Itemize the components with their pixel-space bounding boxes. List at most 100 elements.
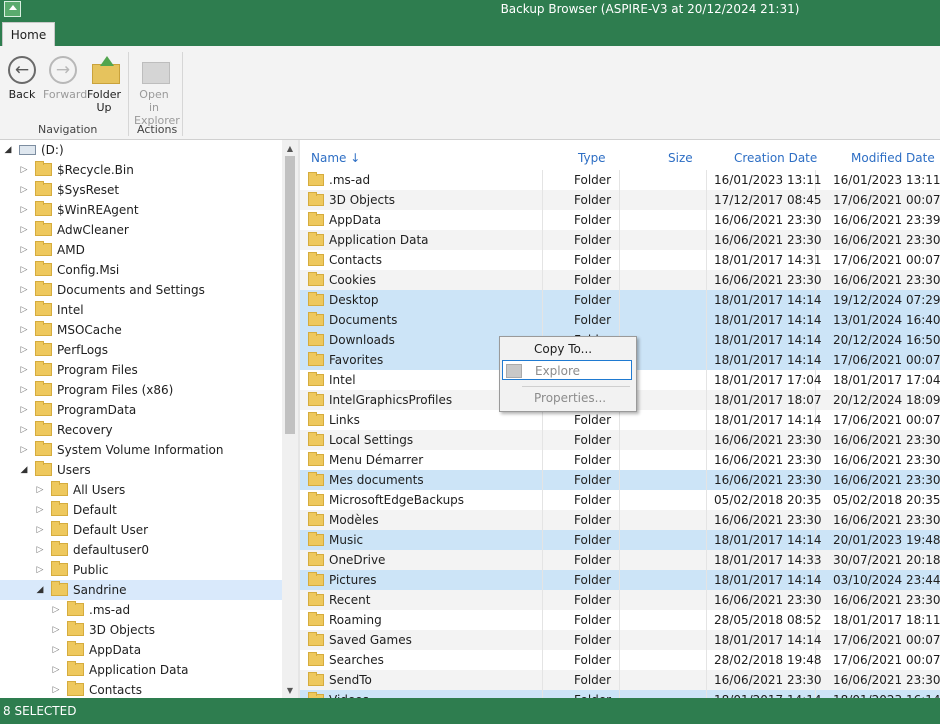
tree-item[interactable]: ▷ Program Files (x86) [0, 380, 282, 400]
collapsed-arrow-icon[interactable]: ▷ [51, 640, 61, 660]
menu-item-explore[interactable]: Explore [502, 360, 632, 380]
collapsed-arrow-icon[interactable]: ▷ [51, 660, 61, 680]
tree-item[interactable]: ▷ MSOCache [0, 320, 282, 340]
file-row[interactable]: Videos Folder 18/01/2017 14:14 18/01/2023 1… [300, 690, 940, 698]
forward-button[interactable]: → Forward [43, 54, 87, 101]
back-button[interactable]: ← Back [2, 54, 42, 101]
file-row[interactable]: Desktop Folder 18/01/2017 14:14 19/12/2024 … [300, 290, 940, 310]
column-header-creation-date[interactable]: Creation Date [734, 151, 817, 165]
file-row[interactable]: OneDrive Folder 18/01/2017 14:33 30/07/2021… [300, 550, 940, 570]
collapsed-arrow-icon[interactable]: ▷ [19, 160, 29, 180]
tree-item[interactable]: ▷ System Volume Information [0, 440, 282, 460]
collapsed-arrow-icon[interactable]: ▷ [35, 540, 45, 560]
file-row[interactable]: Searches Folder 28/02/2018 19:48 17/06/2021… [300, 650, 940, 670]
file-row[interactable]: SendTo Folder 16/06/2021 23:30 16/06/2021 2… [300, 670, 940, 690]
file-row[interactable]: Documents Folder 18/01/2017 14:14 13/01/202… [300, 310, 940, 330]
file-row[interactable]: .ms-ad Folder 16/01/2023 13:11 16/01/2023 1… [300, 170, 940, 190]
file-row[interactable]: MicrosoftEdgeBackups Folder 05/02/2018 20:… [300, 490, 940, 510]
expanded-arrow-icon[interactable]: ◢ [35, 580, 45, 600]
open-in-explorer-button[interactable]: Open in Explorer [134, 54, 180, 127]
collapsed-arrow-icon[interactable]: ▷ [19, 320, 29, 340]
collapsed-arrow-icon[interactable]: ▷ [51, 600, 61, 620]
tree-item[interactable]: ▷ PerfLogs [0, 340, 282, 360]
tree-item[interactable]: ▷ Contacts [0, 680, 282, 698]
collapsed-arrow-icon[interactable]: ▷ [51, 620, 61, 640]
tree-item[interactable]: ◢ (D:) [0, 140, 282, 160]
file-row[interactable]: Cookies Folder 16/06/2021 23:30 16/06/2021 … [300, 270, 940, 290]
file-row[interactable]: AppData Folder 16/06/2021 23:30 16/06/2021 … [300, 210, 940, 230]
column-header-type[interactable]: Type [578, 151, 606, 165]
collapsed-arrow-icon[interactable]: ▷ [19, 420, 29, 440]
collapsed-arrow-icon[interactable]: ▷ [19, 400, 29, 420]
tree-item[interactable]: ▷ .ms-ad [0, 600, 282, 620]
file-created: 18/01/2017 14:14 [714, 573, 822, 587]
file-row[interactable]: Modèles Folder 16/06/2021 23:30 16/06/2021 … [300, 510, 940, 530]
collapsed-arrow-icon[interactable]: ▷ [19, 280, 29, 300]
tree-item[interactable]: ▷ AdwCleaner [0, 220, 282, 240]
file-row[interactable]: Contacts Folder 18/01/2017 14:31 17/06/2021… [300, 250, 940, 270]
tree-item[interactable]: ◢ Users [0, 460, 282, 480]
tree-item[interactable]: ▷ $SysReset [0, 180, 282, 200]
scroll-down-icon[interactable]: ▼ [282, 684, 298, 698]
tree-item[interactable]: ▷ Config.Msi [0, 260, 282, 280]
file-row[interactable]: Application Data Folder 16/06/2021 23:30 16… [300, 230, 940, 250]
tree-item[interactable]: ▷ All Users [0, 480, 282, 500]
file-row[interactable]: Roaming Folder 28/05/2018 08:52 18/01/2017 … [300, 610, 940, 630]
file-row[interactable]: Music Folder 18/01/2017 14:14 20/01/2023 19… [300, 530, 940, 550]
folder-up-label-1: Folder [87, 88, 121, 101]
menu-item-properties[interactable]: Properties... [502, 388, 632, 408]
tree-item[interactable]: ▷ Public [0, 560, 282, 580]
tree-item[interactable]: ▷ AMD [0, 240, 282, 260]
tree-item[interactable]: ▷ Documents and Settings [0, 280, 282, 300]
tree-scroll-thumb[interactable] [285, 156, 295, 434]
tree-item[interactable]: ▷ ProgramData [0, 400, 282, 420]
file-row[interactable]: Links Folder 18/01/2017 14:14 17/06/2021 00… [300, 410, 940, 430]
collapsed-arrow-icon[interactable]: ▷ [19, 360, 29, 380]
tree-item[interactable]: ▷ Default User [0, 520, 282, 540]
collapsed-arrow-icon[interactable]: ▷ [19, 440, 29, 460]
file-row[interactable]: Mes documents Folder 16/06/2021 23:30 16/06… [300, 470, 940, 490]
scroll-up-icon[interactable]: ▲ [282, 142, 298, 156]
tree-item[interactable]: ▷ defaultuser0 [0, 540, 282, 560]
file-row[interactable]: Menu Démarrer Folder 16/06/2021 23:30 16/06… [300, 450, 940, 470]
collapsed-arrow-icon[interactable]: ▷ [35, 520, 45, 540]
collapsed-arrow-icon[interactable]: ▷ [19, 340, 29, 360]
collapsed-arrow-icon[interactable]: ▷ [35, 480, 45, 500]
file-row[interactable]: Pictures Folder 18/01/2017 14:14 03/10/2024… [300, 570, 940, 590]
tree-item[interactable]: ▷ Intel [0, 300, 282, 320]
tree-scrollbar[interactable]: ▲ ▼ [282, 140, 298, 698]
tree-item[interactable]: ▷ Application Data [0, 660, 282, 680]
tree-item[interactable]: ◢ Sandrine [0, 580, 282, 600]
tree-item[interactable]: ▷ $WinREAgent [0, 200, 282, 220]
collapsed-arrow-icon[interactable]: ▷ [19, 380, 29, 400]
file-row[interactable]: 3D Objects Folder 17/12/2017 08:45 17/06/20… [300, 190, 940, 210]
file-name: Documents [329, 313, 398, 327]
menu-item-copy-to[interactable]: Copy To... [502, 339, 632, 359]
column-header-name[interactable]: Name ↓ [311, 151, 360, 165]
collapsed-arrow-icon[interactable]: ▷ [35, 560, 45, 580]
folder-icon [308, 352, 324, 366]
tree-item[interactable]: ▷ Default [0, 500, 282, 520]
expanded-arrow-icon[interactable]: ◢ [19, 460, 29, 480]
collapsed-arrow-icon[interactable]: ▷ [19, 260, 29, 280]
collapsed-arrow-icon[interactable]: ▷ [19, 220, 29, 240]
tree-item[interactable]: ▷ $Recycle.Bin [0, 160, 282, 180]
collapsed-arrow-icon[interactable]: ▷ [19, 300, 29, 320]
tab-home[interactable]: Home [2, 22, 55, 46]
collapsed-arrow-icon[interactable]: ▷ [19, 240, 29, 260]
tree-item[interactable]: ▷ 3D Objects [0, 620, 282, 640]
file-row[interactable]: Local Settings Folder 16/06/2021 23:30 16/0… [300, 430, 940, 450]
column-header-modified-date[interactable]: Modified Date [851, 151, 935, 165]
tree-item[interactable]: ▷ Program Files [0, 360, 282, 380]
column-header-size[interactable]: Size [668, 151, 693, 165]
collapsed-arrow-icon[interactable]: ▷ [51, 680, 61, 698]
file-row[interactable]: Saved Games Folder 18/01/2017 14:14 17/06/2… [300, 630, 940, 650]
collapsed-arrow-icon[interactable]: ▷ [19, 200, 29, 220]
folder-up-button[interactable]: Folder Up [84, 54, 124, 114]
tree-item[interactable]: ▷ Recovery [0, 420, 282, 440]
tree-item[interactable]: ▷ AppData [0, 640, 282, 660]
collapsed-arrow-icon[interactable]: ▷ [35, 500, 45, 520]
collapsed-arrow-icon[interactable]: ▷ [19, 180, 29, 200]
file-row[interactable]: Recent Folder 16/06/2021 23:30 16/06/2021 2… [300, 590, 940, 610]
expanded-arrow-icon[interactable]: ◢ [3, 140, 13, 160]
